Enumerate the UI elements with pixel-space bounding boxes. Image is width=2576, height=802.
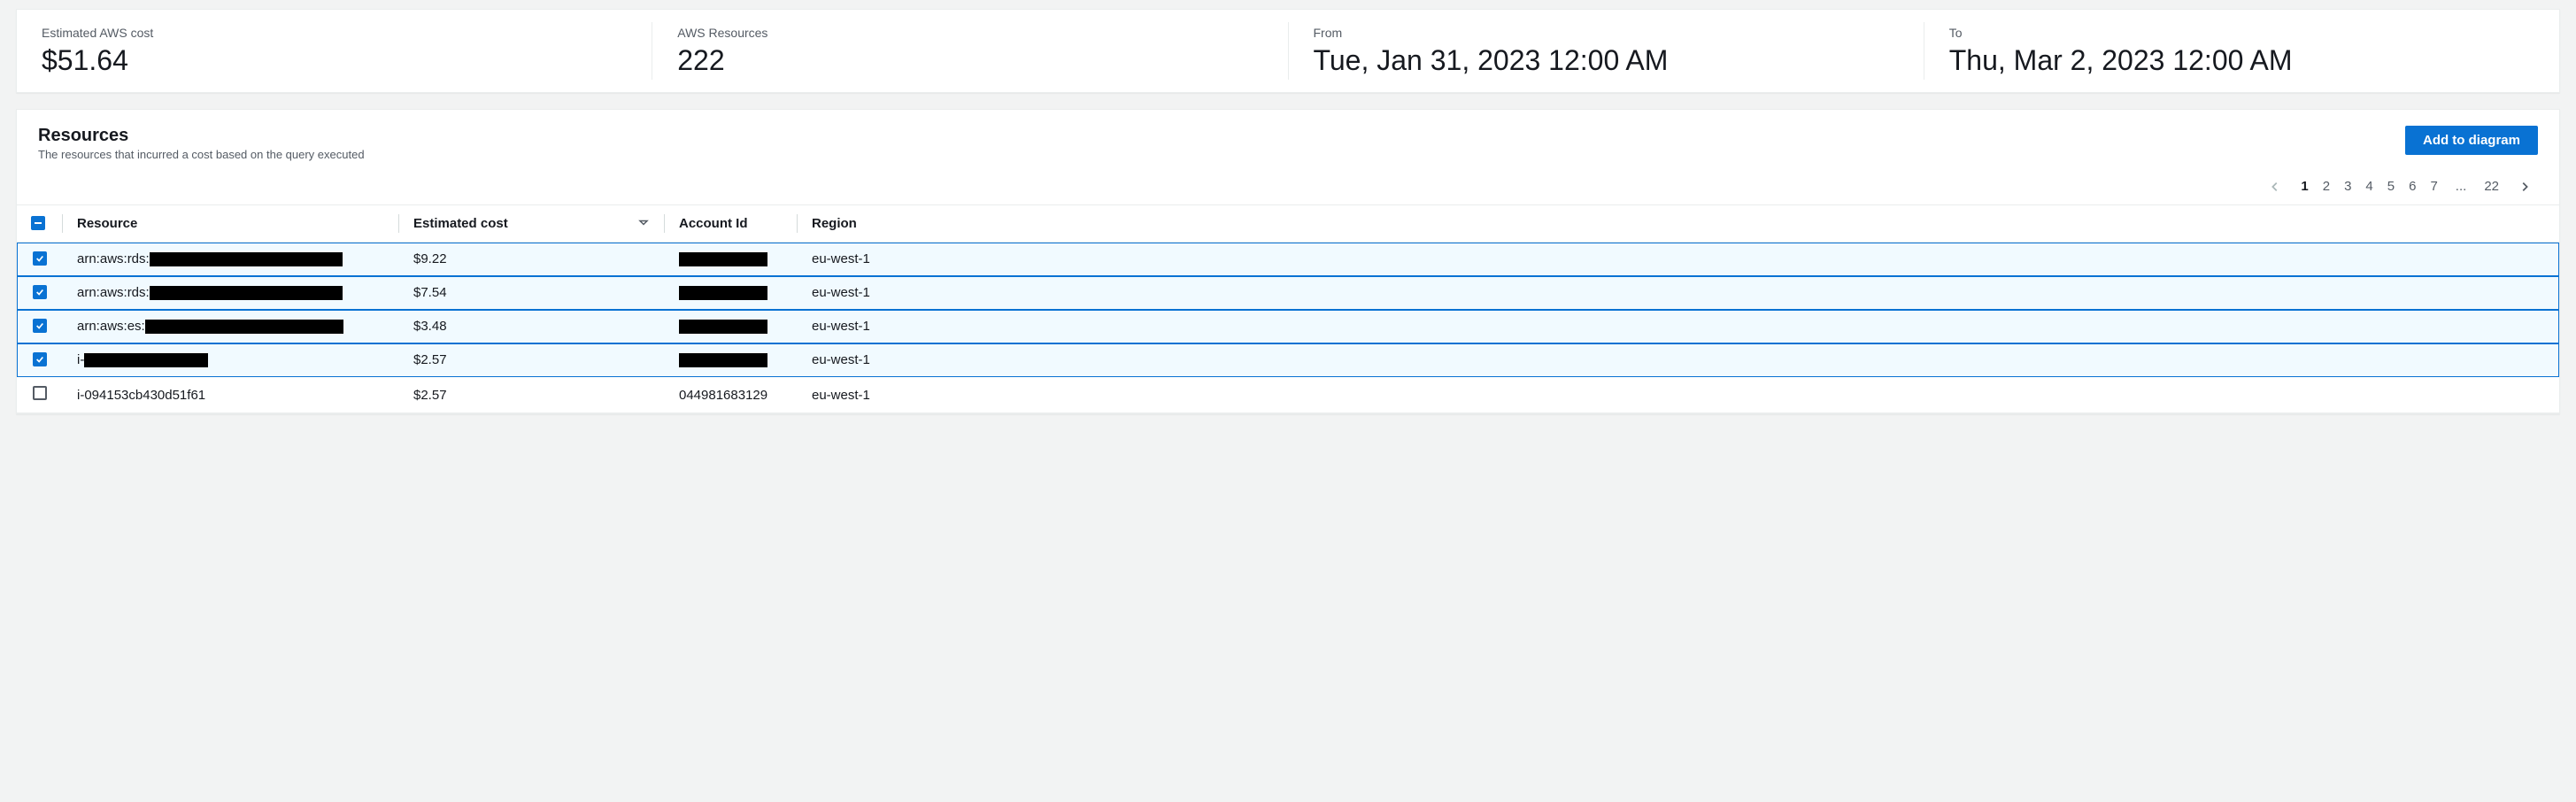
- resource-text: arn:aws:es:: [77, 319, 145, 334]
- summary-resources: AWS Resources 222: [652, 22, 1288, 80]
- sort-descending-icon: [638, 216, 649, 231]
- summary-to-value: Thu, Mar 2, 2023 12:00 AM: [1949, 45, 2534, 76]
- row-checkbox[interactable]: [33, 319, 47, 333]
- resource-cell: arn:aws:es:: [63, 310, 399, 343]
- header-region[interactable]: Region: [798, 205, 2559, 243]
- table-row[interactable]: i-094153cb430d51f61 $2.57044981683129eu-w…: [17, 377, 2559, 413]
- header-cost[interactable]: Estimated cost: [399, 205, 665, 243]
- resource-cell: arn:aws:rds:: [63, 243, 399, 276]
- region-cell: eu-west-1: [798, 243, 2559, 276]
- pagination-next[interactable]: [2511, 177, 2538, 197]
- summary-cost: Estimated AWS cost $51.64: [17, 22, 652, 80]
- redacted-block: [679, 353, 767, 367]
- resource-text: i-094153cb430d51f61: [77, 388, 205, 403]
- resources-title: Resources: [38, 126, 365, 146]
- summary-cost-value: $51.64: [42, 45, 627, 76]
- account-cell: 044981683129: [665, 377, 798, 413]
- pagination-page-2[interactable]: 2: [2316, 175, 2337, 197]
- account-cell: [665, 276, 798, 310]
- summary-to: To Thu, Mar 2, 2023 12:00 AM: [1924, 22, 2559, 80]
- summary-from-label: From: [1314, 26, 1899, 40]
- pagination-ellipsis: ...: [2450, 175, 2472, 197]
- redacted-block: [84, 353, 208, 367]
- account-cell: [665, 243, 798, 276]
- header-select-all[interactable]: [17, 205, 63, 243]
- table-row[interactable]: arn:aws:es: $3.48 eu-west-1: [17, 310, 2559, 343]
- select-all-checkbox[interactable]: [31, 216, 45, 230]
- resource-cell: i-: [63, 343, 399, 377]
- cost-cell: $2.57: [399, 377, 665, 413]
- resource-text: arn:aws:rds:: [77, 251, 150, 266]
- cost-cell: $2.57: [399, 343, 665, 377]
- cost-cell: $3.48: [399, 310, 665, 343]
- pagination-prev[interactable]: [2262, 177, 2288, 197]
- resource-cell: arn:aws:rds:: [63, 276, 399, 310]
- summary-cost-label: Estimated AWS cost: [42, 26, 627, 40]
- table-row[interactable]: i- $2.57 eu-west-1: [17, 343, 2559, 377]
- account-cell: [665, 343, 798, 377]
- pagination: 1234567 ... 22: [17, 168, 2559, 204]
- region-cell: eu-west-1: [798, 310, 2559, 343]
- cost-cell: $7.54: [399, 276, 665, 310]
- resources-card: Resources The resources that incurred a …: [16, 109, 2560, 414]
- pagination-page-5[interactable]: 5: [2380, 175, 2402, 197]
- resources-subtitle: The resources that incurred a cost based…: [38, 148, 365, 161]
- region-cell: eu-west-1: [798, 377, 2559, 413]
- redacted-block: [679, 320, 767, 334]
- resources-header: Resources The resources that incurred a …: [17, 110, 2559, 168]
- redacted-block: [145, 320, 343, 334]
- resources-title-group: Resources The resources that incurred a …: [38, 126, 365, 161]
- cost-cell: $9.22: [399, 243, 665, 276]
- pagination-page-4[interactable]: 4: [2358, 175, 2379, 197]
- summary-card: Estimated AWS cost $51.64 AWS Resources …: [16, 9, 2560, 93]
- resource-text: arn:aws:rds:: [77, 285, 150, 300]
- redacted-block: [150, 286, 343, 300]
- resource-text: i-: [77, 352, 84, 367]
- region-cell: eu-west-1: [798, 276, 2559, 310]
- pagination-page-3[interactable]: 3: [2337, 175, 2358, 197]
- region-cell: eu-west-1: [798, 343, 2559, 377]
- row-checkbox[interactable]: [33, 285, 47, 299]
- add-to-diagram-button[interactable]: Add to diagram: [2405, 126, 2538, 155]
- row-checkbox[interactable]: [33, 386, 47, 400]
- redacted-block: [679, 286, 767, 300]
- redacted-block: [150, 252, 343, 266]
- summary-from-value: Tue, Jan 31, 2023 12:00 AM: [1314, 45, 1899, 76]
- account-cell: [665, 310, 798, 343]
- pagination-page-6[interactable]: 6: [2402, 175, 2423, 197]
- summary-resources-label: AWS Resources: [677, 26, 1262, 40]
- row-checkbox[interactable]: [33, 251, 47, 266]
- pagination-last[interactable]: 22: [2477, 175, 2506, 197]
- row-checkbox[interactable]: [33, 352, 47, 366]
- table-row[interactable]: arn:aws:rds: $9.22 eu-west-1: [17, 243, 2559, 276]
- pagination-page-1[interactable]: 1: [2294, 175, 2315, 197]
- header-resource[interactable]: Resource: [63, 205, 399, 243]
- header-account[interactable]: Account Id: [665, 205, 798, 243]
- summary-from: From Tue, Jan 31, 2023 12:00 AM: [1289, 22, 1924, 80]
- redacted-block: [679, 252, 767, 266]
- pagination-page-7[interactable]: 7: [2423, 175, 2444, 197]
- summary-resources-value: 222: [677, 45, 1262, 76]
- resources-table: Resource Estimated cost Account Id: [17, 204, 2559, 413]
- summary-to-label: To: [1949, 26, 2534, 40]
- resource-cell: i-094153cb430d51f61: [63, 377, 399, 413]
- table-row[interactable]: arn:aws:rds: $7.54 eu-west-1: [17, 276, 2559, 310]
